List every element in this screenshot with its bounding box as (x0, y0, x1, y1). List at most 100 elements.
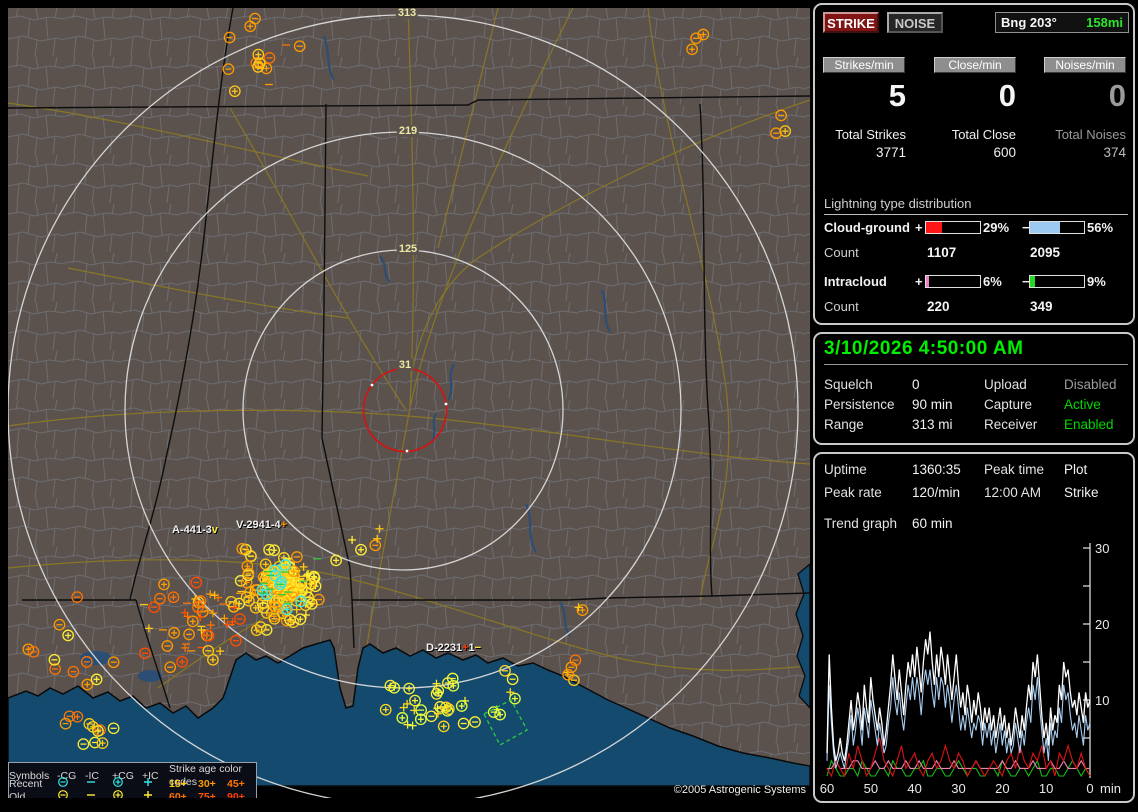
x-tick-label: 40 (907, 781, 921, 796)
map-canvas (8, 8, 810, 798)
x-tick-label: 50 (864, 781, 878, 796)
legend-age-value: 30+ (198, 778, 227, 791)
cg-minus-count: 2095 (1030, 245, 1060, 260)
count-label: Count (824, 245, 859, 260)
bearing-display: Bng 203° 158mi (995, 12, 1129, 33)
legend-p-icon (142, 789, 154, 798)
plot-label: Plot (1064, 462, 1087, 477)
uptime-row: Uptime 1360:35 Peak time Plot (815, 462, 1137, 477)
cg-minus-pct: 56% (1087, 220, 1113, 235)
peak-rate-row: Peak rate 120/min 12:00 AM Strike (815, 485, 1137, 500)
upload-label: Upload (984, 377, 1027, 392)
status-row: Squelch 0 Upload Disabled (815, 377, 1137, 392)
y-tick-label: 20 (1095, 617, 1109, 632)
total-noises-value: 374 (1035, 145, 1126, 160)
receiver-status: Enabled (1064, 417, 1114, 432)
ic-minus-pct: 9% (1087, 274, 1106, 289)
squelch-label: Squelch (824, 377, 873, 392)
ic-minus-bar (1029, 275, 1085, 288)
intracloud-row: Intracloud + 6% − 9% (815, 274, 1137, 288)
total-strikes-label: Total Strikes (815, 127, 906, 142)
legend-age-value: 75+ (198, 791, 227, 799)
strikes-per-min-value: 5 (815, 78, 906, 114)
trend-section: Uptime 1360:35 Peak time Plot Peak rate … (813, 452, 1135, 803)
x-tick-label: 30 (951, 781, 965, 796)
total-noises-label: Total Noises (1035, 127, 1126, 142)
cg-plus-count: 1107 (927, 245, 956, 260)
status-row: Range 313 mi Receiver Enabled (815, 417, 1137, 432)
intracloud-label: Intracloud (824, 274, 887, 289)
status-row: Persistence 90 min Capture Active (815, 397, 1137, 412)
lightning-map[interactable]: 31321912531A-441-3vV-2941-4+D-2231+1− Sy… (8, 8, 810, 798)
trend-series-close-strikes (827, 738, 1090, 776)
total-strikes-value: 3771 (815, 145, 906, 160)
ic-plus-pct: 6% (983, 274, 1002, 289)
legend-row-label: Recent (9, 778, 57, 791)
plot-mode-value: Strike (1064, 485, 1099, 500)
y-tick-label: 10 (1095, 693, 1109, 708)
legend-header-row: Symbols-CG-IC+CG+ICStrike age color code… (9, 763, 256, 776)
cloud-ground-label: Cloud-ground (824, 220, 910, 235)
total-close-value: 600 (925, 145, 1016, 160)
status-section: 3/10/2026 4:50:00 AM Squelch 0 Upload Di… (813, 332, 1135, 445)
x-tick-label: 0 (1086, 781, 1093, 796)
upload-status: Disabled (1064, 377, 1117, 392)
peak-rate-value: 120/min (912, 485, 960, 500)
strike-mode-button[interactable]: STRIKE (823, 12, 879, 33)
bearing-label: Bng 203° (1001, 15, 1057, 30)
capture-label: Capture (984, 397, 1032, 412)
ic-minus-count: 349 (1030, 299, 1053, 314)
cg-plus-bar (925, 221, 981, 234)
legend-cp-icon (112, 776, 124, 788)
noise-mode-button[interactable]: NOISE (887, 12, 943, 33)
peak-time-label: Peak time (984, 462, 1044, 477)
legend-row-old: Old 60+75+90+ (9, 789, 256, 798)
cg-plus-pct: 29% (983, 220, 1009, 235)
ic-plus-bar (925, 275, 981, 288)
trend-graph: 1020306050403020100min (815, 539, 1137, 801)
noises-per-min-value: 0 (1035, 78, 1126, 114)
legend-age-value: 45+ (227, 778, 256, 791)
y-tick-label: 30 (1095, 541, 1109, 556)
legend-cm-icon (57, 789, 69, 798)
map-legend: Symbols-CG-IC+CG+ICStrike age color code… (8, 762, 257, 798)
statistics-section: STRIKE NOISE Bng 203° 158mi Strikes/min … (813, 3, 1135, 325)
persistence-value: 90 min (912, 397, 953, 412)
legend-row-recent: Recent 15+30+45+ (9, 776, 256, 789)
total-close-label: Total Close (925, 127, 1016, 142)
range-value: 313 mi (912, 417, 953, 432)
datetime-display: 3/10/2026 4:50:00 AM (824, 338, 1128, 365)
legend-age-value: 90+ (227, 791, 256, 799)
x-tick-label: 60 (820, 781, 834, 796)
plus-sign: + (915, 220, 923, 235)
trend-series-strikes-total (827, 632, 1090, 761)
plus-sign: + (915, 274, 923, 289)
ic-plus-count: 220 (927, 299, 950, 314)
range-label: Range (824, 417, 864, 432)
uptime-value: 1360:35 (912, 462, 961, 477)
legend-p-icon (142, 776, 154, 788)
count-label: Count (824, 299, 859, 314)
legend-m-icon (85, 789, 97, 798)
chip-close-per-min: Close/min (934, 57, 1016, 73)
legend-age-value: 15+ (169, 778, 198, 791)
capture-status: Active (1064, 397, 1101, 412)
legend-m-icon (85, 776, 97, 788)
chip-noises-per-min: Noises/min (1044, 57, 1126, 73)
uptime-label: Uptime (824, 462, 867, 477)
persistence-label: Persistence (824, 397, 895, 412)
copyright-text: ©2005 Astrogenic Systems (674, 783, 806, 798)
x-tick-label: 10 (1039, 781, 1053, 796)
squelch-value: 0 (912, 377, 920, 392)
close-per-min-value: 0 (925, 78, 1016, 114)
receiver-label: Receiver (984, 417, 1037, 432)
intracloud-count-row: Count 220 349 (815, 299, 1137, 313)
legend-cp-icon (112, 789, 124, 798)
legend-age-value: 60+ (169, 791, 198, 799)
legend-row-label: Old (9, 791, 57, 799)
distribution-title: Lightning type distribution (824, 196, 1128, 215)
x-tick-label: 20 (995, 781, 1009, 796)
trend-graph-row: Trend graph 60 min (815, 516, 1137, 531)
trend-graph-label: Trend graph (824, 516, 897, 531)
legend-cm-icon (57, 776, 69, 788)
